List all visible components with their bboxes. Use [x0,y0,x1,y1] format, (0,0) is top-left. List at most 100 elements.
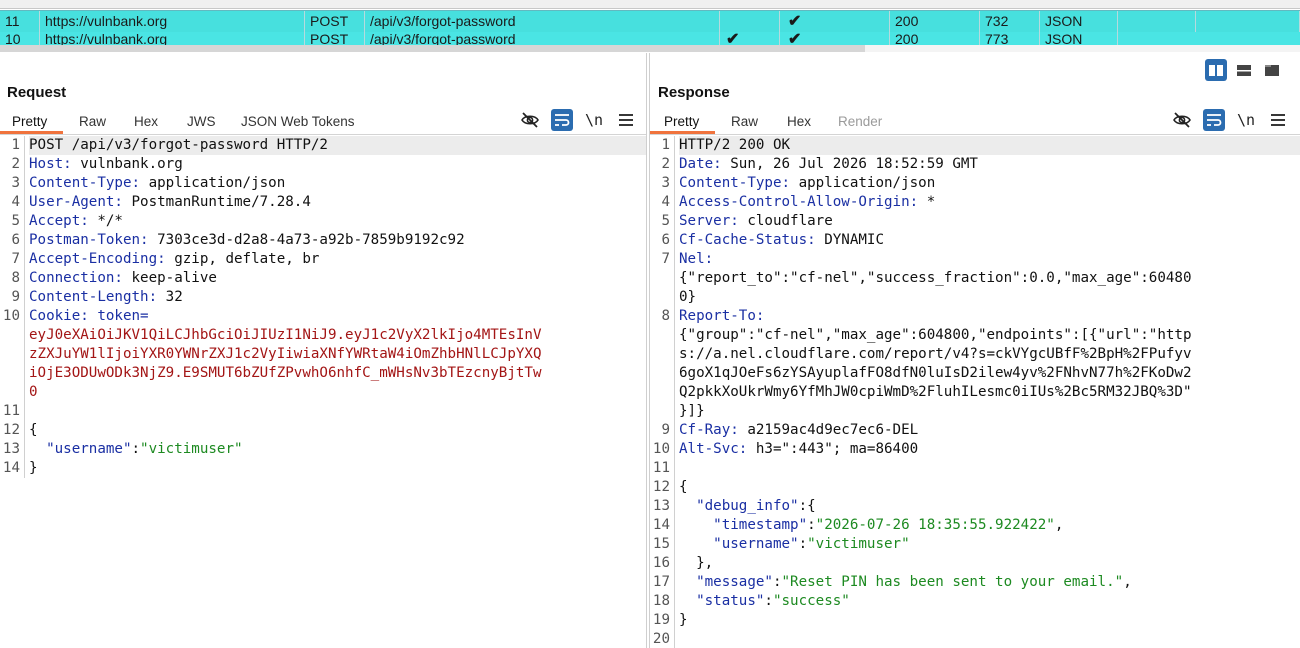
line-number: 9 [11,289,20,305]
line-number: 4 [11,194,20,210]
gutter-divider [674,212,675,231]
tab-raw[interactable]: Raw [731,114,758,129]
line-content: "username":"victimuser" [679,535,1300,554]
tabs-icon[interactable] [1261,59,1283,81]
code-token: "username" [679,536,799,552]
menu-icon[interactable] [1267,109,1289,131]
table-row[interactable]: 11 https://vulnbank.org POST /api/v3/for… [0,10,1300,33]
split-horizontal-icon[interactable] [1205,59,1227,81]
horizontal-scrollbar[interactable] [0,45,865,52]
row-edited: ✔ [720,32,780,46]
code-line: 11 [0,402,646,421]
code-token: Cookie: [29,308,89,324]
line-content: {"report_to":"cf-nel","success_fraction"… [679,269,1300,288]
code-line: 3 Content-Type: application/json [0,174,646,193]
code-line: 7 Accept-Encoding: gzip, deflate, br [0,250,646,269]
code-token: Content-Length: [29,289,158,305]
tab-hex[interactable]: Hex [787,114,811,129]
code-token: 0 [29,384,38,400]
line-content: 0} [679,288,1300,307]
code-token: Access-Control-Allow-Origin: [679,194,919,210]
line-number: 7 [661,251,670,267]
newline-icon[interactable]: \n [1235,109,1257,131]
row-number: 11 [0,11,40,32]
code-line: 9 Content-Length: 32 [0,288,646,307]
line-number [650,326,670,345]
tab-json-web-tokens[interactable]: JSON Web Tokens [241,114,355,129]
code-line: 6goX1qJOeFs6zYSAyuplafFO8dfN0luIsD2ilew4… [650,364,1300,383]
code-token: 6goX1qJOeFs6zYSAyuplafFO8dfN0luIsD2ilew4… [679,365,1192,381]
line-number: 19 [652,612,670,628]
code-token: 32 [157,289,183,305]
line-content: Content-Type: application/json [679,174,1300,193]
tab-jws[interactable]: JWS [187,114,216,129]
line-content: Alt-Svc: h3=":443"; ma=86400 [679,440,1300,459]
gutter-divider [674,478,675,497]
line-content: "status":"success" [679,592,1300,611]
tab-pretty[interactable]: Pretty [664,114,699,129]
code-token: Host: [29,156,72,172]
tab-render[interactable]: Render [838,114,882,129]
line-content: Connection: keep-alive [29,269,646,288]
request-editor[interactable]: 1 POST /api/v3/forgot-password HTTP/2 2 Hos… [0,136,646,648]
row-length: 773 [980,32,1040,46]
line-content: Cf-Ray: a2159ac4d9ec7ec6-DEL [679,421,1300,440]
line-content: POST /api/v3/forgot-password HTTP/2 [29,136,646,155]
gutter-divider [24,231,25,250]
line-content: }, [679,554,1300,573]
gutter-divider [24,383,25,402]
menu-icon[interactable] [615,109,637,131]
code-token: { [29,422,38,438]
tab-hex[interactable]: Hex [134,114,158,129]
hide-icon[interactable] [519,109,541,131]
code-line: 4 Access-Control-Allow-Origin: * [650,193,1300,212]
split-vertical-icon[interactable] [1233,59,1255,81]
code-token: Postman-Token: [29,232,149,248]
gutter-divider [24,421,25,440]
code-token: } [29,460,38,476]
line-number: 13 [652,498,670,514]
line-number: 2 [661,156,670,172]
line-number: 10 [2,308,20,324]
line-number: 5 [11,213,20,229]
line-number: 17 [652,574,670,590]
newline-icon[interactable]: \n [583,109,605,131]
wrap-icon[interactable] [551,109,573,131]
code-line: 10 Cookie: token= [0,307,646,326]
hide-icon[interactable] [1171,109,1193,131]
wrap-icon[interactable] [1203,109,1225,131]
line-content: Nel: [679,250,1300,269]
line-content: HTTP/2 200 OK [679,136,1300,155]
line-number: 9 [661,422,670,438]
code-line: 19} [650,611,1300,630]
line-content: { [29,421,646,440]
code-token: zZXJuYW1lIjoiYXR0YWNrZXJ1c2VyIiwiaXNfYWR… [29,346,542,362]
line-number [0,383,20,402]
code-line: 8 Report-To: [650,307,1300,326]
gutter-divider [674,231,675,250]
code-token: DYNAMIC [815,232,885,248]
code-line: 10 Alt-Svc: h3=":443"; ma=86400 [650,440,1300,459]
code-line: 0 [0,383,646,402]
table-row[interactable]: 10 https://vulnbank.org POST /api/v3/for… [0,32,1300,46]
gutter-divider [674,364,675,383]
tab-raw[interactable]: Raw [79,114,106,129]
gutter-divider [674,136,675,155]
line-content: }]} [679,402,1300,421]
code-line: 12 { [0,421,646,440]
response-editor[interactable]: 1 HTTP/2 200 OK 2 Date: Sun, 26 Jul 2026 18… [650,136,1300,648]
gutter-divider [24,459,25,478]
line-content: 0 [29,383,646,402]
line-content: Access-Control-Allow-Origin: * [679,193,1300,212]
code-line: 15 "username":"victimuser" [650,535,1300,554]
code-line: 3 Content-Type: application/json [650,174,1300,193]
gutter-divider [674,288,675,307]
code-token: gzip, deflate, br [165,251,320,267]
line-number [650,364,670,383]
line-content: "timestamp":"2026-07-26 18:35:55.922422"… [679,516,1300,535]
row-host: https://vulnbank.org [40,11,305,32]
gutter-divider [674,611,675,630]
line-number [650,288,670,307]
line-number [650,402,670,421]
tab-pretty[interactable]: Pretty [12,114,47,129]
